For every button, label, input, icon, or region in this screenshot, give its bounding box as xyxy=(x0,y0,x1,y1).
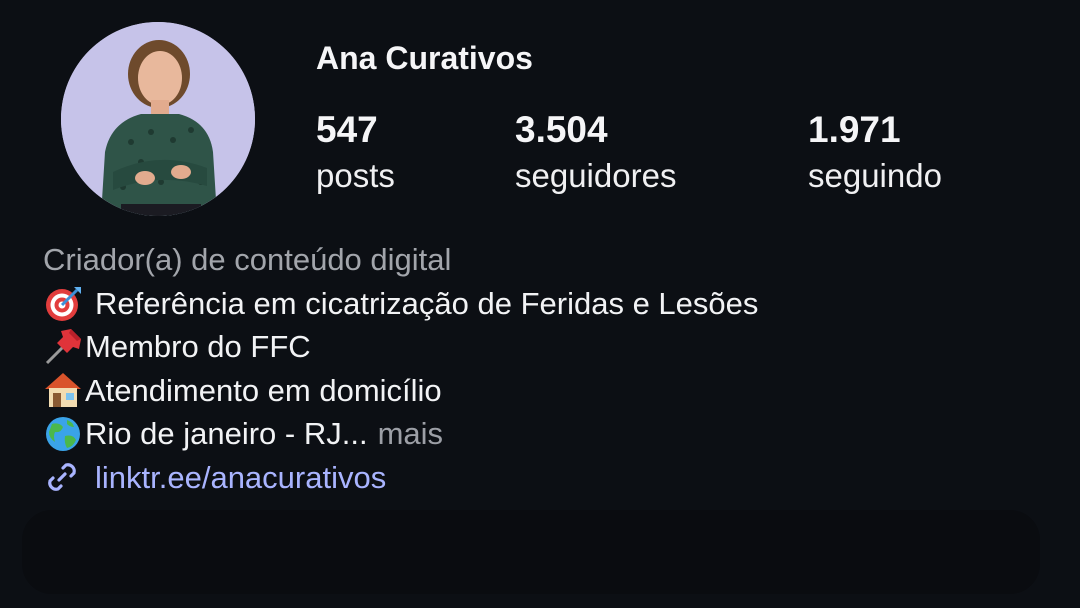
bio-line-text: Referência em cicatrização de Feridas e … xyxy=(95,285,759,321)
profile-bio: Criador(a) de conteúdo digital Referênci… xyxy=(43,238,758,499)
profile-avatar[interactable] xyxy=(61,22,255,216)
followers-label: seguidores xyxy=(515,157,677,194)
globe-icon xyxy=(46,416,80,451)
followers-count: 3.504 xyxy=(515,109,608,150)
profile-action-bar[interactable] xyxy=(22,510,1040,594)
bio-line: Referência em cicatrização de Feridas e … xyxy=(43,282,758,326)
posts-count: 547 xyxy=(316,109,378,150)
profile-name: Ana Curativos xyxy=(316,40,533,76)
following-label: seguindo xyxy=(808,157,942,194)
link-icon xyxy=(48,463,76,492)
bio-line: Membro do FFC xyxy=(43,325,758,369)
house-icon xyxy=(45,373,81,408)
bio-category: Criador(a) de conteúdo digital xyxy=(43,242,452,277)
bio-line: Atendimento em domicílio xyxy=(43,369,758,413)
bio-line-text: Rio de janeiro - RJ... xyxy=(85,416,368,451)
stat-followers[interactable]: 3.504 seguidores xyxy=(515,106,676,198)
profile-photo-icon xyxy=(61,22,255,216)
stat-following[interactable]: 1.971 seguindo xyxy=(808,106,942,198)
more-link[interactable]: mais xyxy=(378,412,443,456)
following-count: 1.971 xyxy=(808,109,901,150)
bio-link[interactable]: linktr.ee/anacurativos xyxy=(95,456,386,500)
pushpin-icon xyxy=(45,328,81,364)
target-icon xyxy=(46,287,81,322)
bio-link-row[interactable]: linktr.ee/anacurativos xyxy=(43,456,758,500)
bio-line-text: Atendimento em domicílio xyxy=(85,372,442,408)
posts-label: posts xyxy=(316,157,395,194)
bio-line: Rio de janeiro - RJ... mais xyxy=(43,412,758,456)
bio-line-text: Membro do FFC xyxy=(85,329,311,364)
stat-posts[interactable]: 547 posts xyxy=(316,106,395,198)
